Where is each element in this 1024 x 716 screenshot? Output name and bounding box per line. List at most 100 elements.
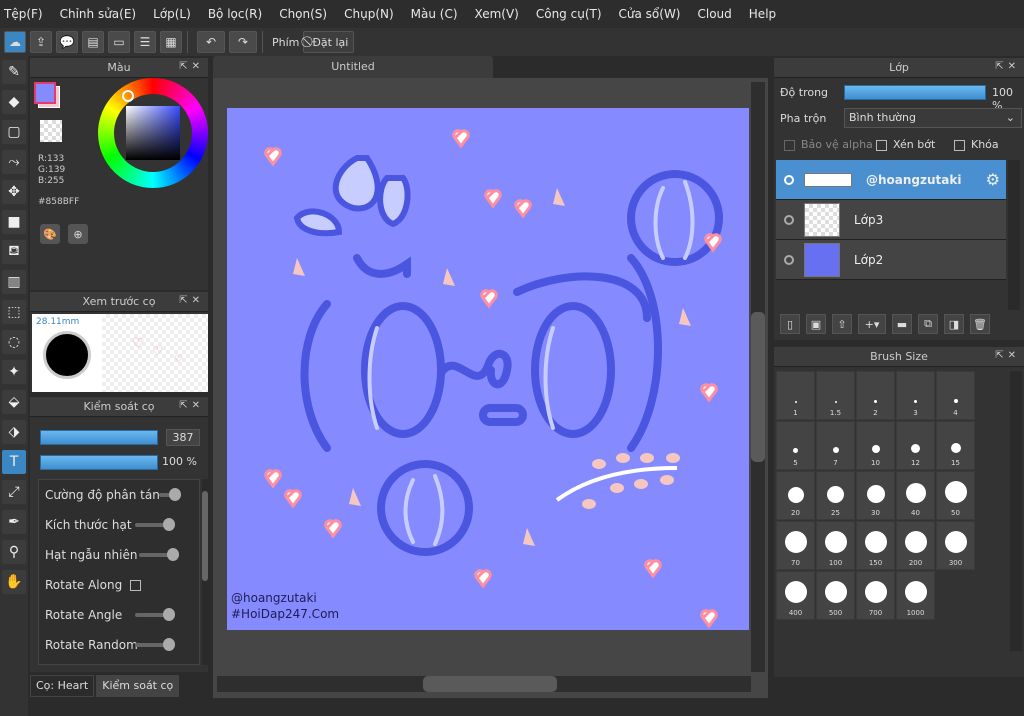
trash-icon[interactable]: 🗑 <box>970 314 990 334</box>
select-tool-icon[interactable]: ⬚ <box>2 300 26 324</box>
panel-controls-icon[interactable]: ⇱✕ <box>179 295 204 306</box>
menu-item[interactable]: Bộ lọc(R) <box>208 7 262 21</box>
undo-icon[interactable]: ↶ <box>197 31 225 53</box>
brush-size-item[interactable]: 50 <box>936 471 975 520</box>
menu-item[interactable]: Chọn(S) <box>279 7 327 21</box>
palette-icon[interactable]: 🎨 <box>40 224 60 244</box>
menu-item[interactable]: Help <box>749 7 776 21</box>
rectangle-tool-icon[interactable]: ▢ <box>2 120 26 144</box>
scatter-slider[interactable] <box>159 488 181 501</box>
brush-size-item[interactable]: 25 <box>816 471 855 520</box>
layer-row[interactable]: @hoangzutaki ⚙ <box>776 160 1006 200</box>
menu-item[interactable]: Xem(V) <box>475 7 519 21</box>
brush-size-item[interactable]: 15 <box>936 421 975 470</box>
tab-brush-control[interactable]: Kiểm soát cọ <box>96 675 180 697</box>
pen-tool-icon[interactable]: ✒ <box>2 510 26 534</box>
blend-mode-select[interactable]: Bình thường ⌄ <box>844 108 1022 128</box>
select-eraser-icon[interactable]: ⬗ <box>2 420 26 444</box>
gear-icon[interactable]: ⚙ <box>986 170 1000 189</box>
brush-size-item[interactable]: 400 <box>776 571 815 620</box>
panel-controls-icon[interactable]: ⇱✕ <box>179 61 204 72</box>
cloud-icon[interactable]: ☁ <box>4 31 26 53</box>
protect-alpha-checkbox[interactable] <box>784 139 795 151</box>
panel-controls-icon[interactable]: ⇱✕ <box>179 400 204 411</box>
brush-opacity-slider[interactable] <box>40 455 158 470</box>
eye-icon[interactable] <box>784 214 794 225</box>
document-icon[interactable]: ▭ <box>108 31 130 53</box>
folder-icon[interactable]: ▬ <box>892 314 912 334</box>
brush-size-item[interactable]: 3 <box>896 371 935 420</box>
import-layer-icon[interactable]: ⇧ <box>832 314 852 334</box>
brush-size-item[interactable]: 30 <box>856 471 895 520</box>
curve-tool-icon[interactable]: ⤳ <box>2 150 26 174</box>
layer-row[interactable]: Lớp2 <box>776 240 1006 280</box>
brush-size-item[interactable]: 200 <box>896 521 935 570</box>
share-icon[interactable]: ⇪ <box>30 31 52 53</box>
brush-size-item[interactable]: 500 <box>816 571 855 620</box>
eraser-tool-icon[interactable]: ◆ <box>2 90 26 114</box>
select-pen-icon[interactable]: ⬙ <box>2 390 26 414</box>
fill-rect-tool-icon[interactable]: ■ <box>2 210 26 234</box>
menu-item[interactable]: Màu (C) <box>411 7 458 21</box>
panel-controls-icon[interactable]: ⇱✕ <box>995 61 1020 72</box>
grid-icon[interactable]: ▦ <box>160 31 182 53</box>
brush-size-item[interactable]: 1.5 <box>816 371 855 420</box>
duplicate-icon[interactable]: ⧉ <box>918 314 938 334</box>
message-icon[interactable]: ▤ <box>82 31 104 53</box>
saturation-square[interactable] <box>126 106 180 160</box>
bucket-tool-icon[interactable]: ⛾ <box>2 240 26 264</box>
brush-size-item[interactable]: 20 <box>776 471 815 520</box>
menu-item[interactable]: Chụp(N) <box>344 7 394 21</box>
menu-item[interactable]: Cửa sổ(W) <box>619 7 681 21</box>
layer-scrollbar[interactable] <box>1008 160 1020 310</box>
new-raster-icon[interactable]: ▣ <box>806 314 826 334</box>
particle-size-slider[interactable] <box>135 518 175 531</box>
menu-item[interactable]: Chỉnh sửa(E) <box>60 7 137 21</box>
brush-tool-icon[interactable]: ✎ <box>2 60 26 84</box>
magic-wand-icon[interactable]: ✦ <box>2 360 26 384</box>
gradient-tool-icon[interactable]: ▥ <box>2 270 26 294</box>
move-tool-icon[interactable]: ✥ <box>2 180 26 204</box>
lock-checkbox[interactable] <box>954 139 965 151</box>
rotate-angle-slider[interactable] <box>135 608 175 621</box>
new-layer-icon[interactable]: ▯ <box>780 314 800 334</box>
document-tab[interactable]: Untitled <box>213 56 493 78</box>
brush-size-item[interactable]: 12 <box>896 421 935 470</box>
brush-size-item[interactable]: 40 <box>896 471 935 520</box>
clipping-checkbox[interactable] <box>876 139 887 151</box>
eye-icon[interactable] <box>784 174 794 185</box>
brush-size-item[interactable]: 150 <box>856 521 895 570</box>
menu-item[interactable]: Lớp(L) <box>153 7 191 21</box>
menu-item[interactable]: Cloud <box>698 7 732 21</box>
panel-controls-icon[interactable]: ⇱✕ <box>995 350 1020 361</box>
brush-size-item[interactable]: 10 <box>856 421 895 470</box>
brush-control-scrollbar[interactable] <box>202 479 208 665</box>
rotate-random-slider[interactable] <box>135 638 175 651</box>
speech-icon[interactable]: 💬 <box>56 31 78 53</box>
transform-tool-icon[interactable]: ⤢ <box>2 480 26 504</box>
transparent-swatch[interactable] <box>40 120 62 142</box>
hue-marker[interactable] <box>122 90 134 102</box>
add-layer-menu-icon[interactable]: +▾ <box>858 314 886 334</box>
brush-size-item[interactable]: 7 <box>816 421 855 470</box>
palette-add-icon[interactable]: ⊕ <box>68 224 88 244</box>
layer-row[interactable]: Lớp3 <box>776 200 1006 240</box>
horizontal-scrollbar[interactable] <box>217 676 751 692</box>
merge-icon[interactable]: ◨ <box>944 314 964 334</box>
menu-item[interactable]: Công cụ(T) <box>536 7 602 21</box>
brush-size-value[interactable]: 387 <box>166 429 200 446</box>
brush-size-slider[interactable] <box>40 430 158 445</box>
brush-size-item[interactable]: 700 <box>856 571 895 620</box>
hand-tool-icon[interactable]: ✋ <box>2 570 26 594</box>
particle-random-slider[interactable] <box>139 548 179 561</box>
rotate-along-checkbox[interactable] <box>130 579 142 591</box>
brush-size-item[interactable]: 70 <box>776 521 815 570</box>
vertical-scrollbar[interactable] <box>751 82 765 672</box>
menu-item[interactable]: Tệp(F) <box>4 7 43 21</box>
layer-opacity-slider[interactable] <box>844 85 986 100</box>
brush-size-item[interactable]: 1000 <box>896 571 935 620</box>
tab-brush[interactable]: Cọ: Heart <box>30 675 95 697</box>
brush-size-item[interactable]: 5 <box>776 421 815 470</box>
text-tool-icon[interactable]: T <box>2 450 26 474</box>
brush-size-item[interactable]: 2 <box>856 371 895 420</box>
